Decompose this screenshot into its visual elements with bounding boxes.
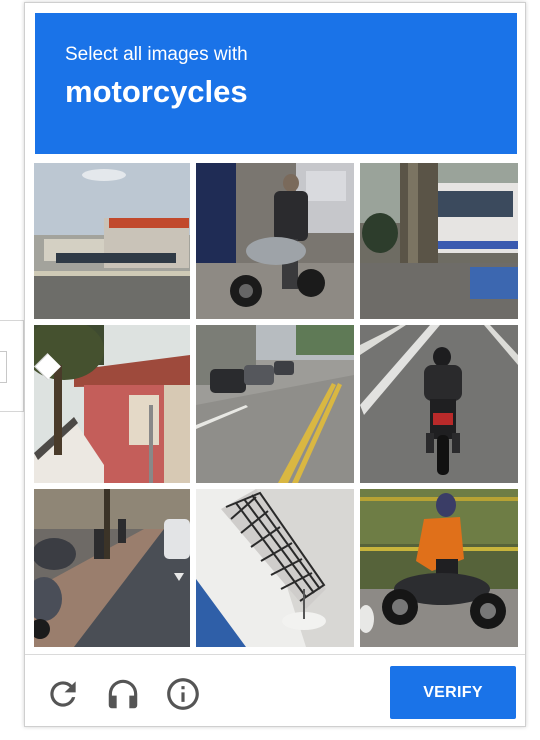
- instruction-text: Select all images with: [65, 44, 248, 65]
- image-tile-3[interactable]: [360, 163, 518, 319]
- image-tile-2[interactable]: [196, 163, 354, 319]
- widget-side-tab: [0, 320, 24, 412]
- headphones-icon[interactable]: [104, 675, 142, 713]
- challenge-header: Select all images with motorcycles: [35, 13, 517, 154]
- footer-divider: [25, 654, 525, 655]
- verify-button[interactable]: VERIFY: [390, 666, 516, 719]
- image-tile-7[interactable]: [34, 489, 190, 647]
- captcha-challenge-frame: Select all images with motorcycles VERIF…: [24, 2, 526, 727]
- image-tile-5[interactable]: [196, 325, 354, 483]
- image-tile-4[interactable]: [34, 325, 190, 483]
- image-tile-8[interactable]: [196, 489, 354, 647]
- image-tile-1[interactable]: [34, 163, 190, 319]
- image-grid: [34, 163, 518, 647]
- info-icon[interactable]: [164, 675, 202, 713]
- image-tile-6[interactable]: [360, 325, 518, 483]
- image-tile-9[interactable]: [360, 489, 518, 647]
- reload-icon[interactable]: [44, 675, 82, 713]
- target-object-text: motorcycles: [65, 74, 248, 109]
